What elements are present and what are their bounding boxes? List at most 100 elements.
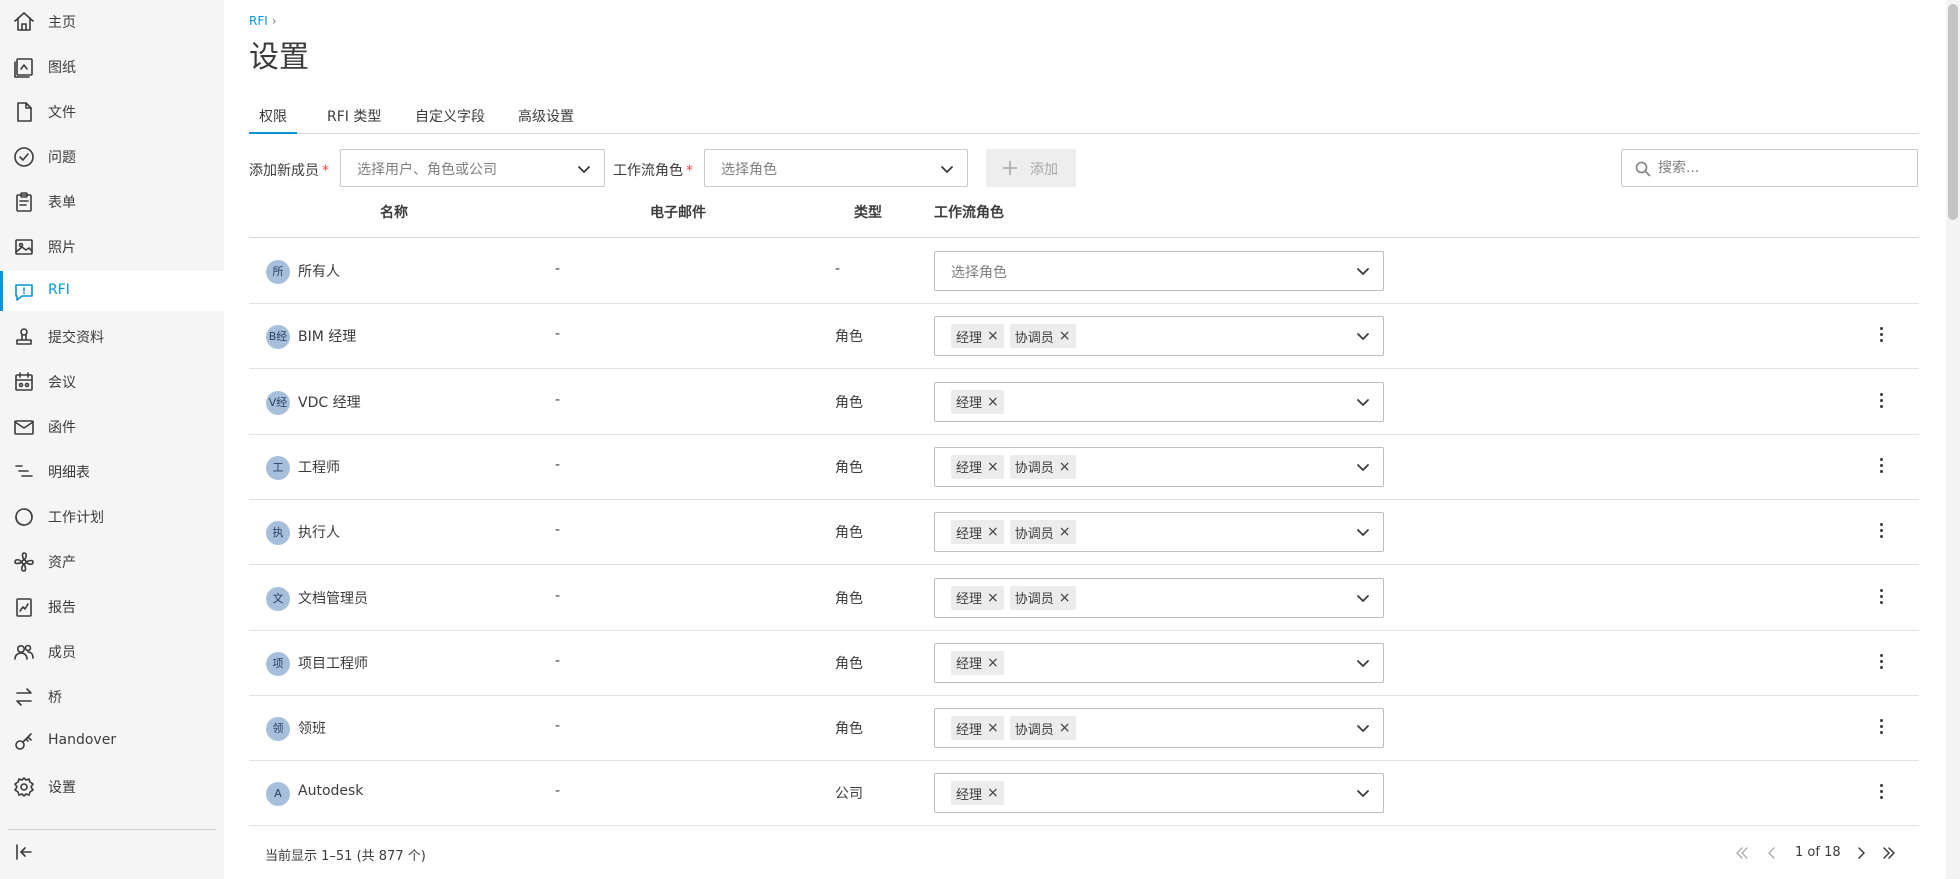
sidebar-item-bridge[interactable]: 桥 bbox=[0, 676, 224, 716]
sidebar-item-issues[interactable]: 问题 bbox=[0, 136, 224, 176]
remove-chip-icon[interactable]: × bbox=[987, 394, 999, 410]
workflow-role-dropdown[interactable]: 经理 × bbox=[934, 642, 1384, 683]
sidebar-item-schedule[interactable]: 明细表 bbox=[0, 451, 224, 491]
sidebar-item-home[interactable]: 主页 bbox=[0, 1, 224, 41]
next-page-icon[interactable] bbox=[1851, 843, 1871, 867]
rfi-icon bbox=[12, 280, 36, 304]
column-header-name[interactable]: 名称 bbox=[380, 202, 408, 222]
role-chip: 协调员 × bbox=[1009, 585, 1076, 610]
remove-chip-icon[interactable]: × bbox=[987, 785, 999, 801]
column-header-workflow-role[interactable]: 工作流角色 bbox=[934, 202, 1004, 222]
workflow-role-dropdown[interactable]: 经理 × 协调员 × bbox=[934, 512, 1384, 553]
remove-chip-icon[interactable]: × bbox=[1059, 328, 1071, 344]
sidebar-item-members[interactable]: 成员 bbox=[0, 631, 224, 671]
avatar: V经 bbox=[266, 390, 290, 415]
search-input[interactable] bbox=[1658, 156, 1908, 180]
previous-page-icon[interactable] bbox=[1762, 843, 1782, 867]
plus-icon bbox=[1001, 159, 1019, 177]
more-options-icon[interactable] bbox=[1877, 455, 1885, 479]
workflow-role-dropdown[interactable]: 经理 × 协调员 × bbox=[934, 316, 1384, 357]
more-options-icon[interactable] bbox=[1877, 781, 1885, 805]
column-header-type[interactable]: 类型 bbox=[854, 202, 882, 222]
add-button[interactable]: 添加 bbox=[986, 149, 1076, 187]
member-name: 项目工程师 bbox=[298, 655, 368, 672]
more-options-icon[interactable] bbox=[1877, 324, 1885, 348]
page-title: 设置 bbox=[249, 40, 309, 75]
sidebar-item-meetings[interactable]: 会议 bbox=[0, 361, 224, 401]
member-select[interactable]: 选择用户、角色或公司 bbox=[340, 149, 605, 187]
workflow-role-dropdown[interactable]: 选择角色 bbox=[934, 251, 1384, 291]
workflow-role-dropdown[interactable]: 经理 × bbox=[934, 381, 1384, 422]
remove-chip-icon[interactable]: × bbox=[1059, 720, 1071, 736]
sidebar-item-file[interactable]: 文件 bbox=[0, 91, 224, 131]
sidebar: 主页图纸文件问题表单照片 RFI 提交资料会议函件明细表工作计划资产报告成员桥 Han… bbox=[0, 0, 224, 879]
more-options-icon[interactable] bbox=[1877, 390, 1885, 414]
sidebar-item-rfi[interactable]: RFI bbox=[0, 271, 224, 311]
tab-rfi-types[interactable]: RFI 类型 bbox=[317, 103, 391, 133]
remove-chip-icon[interactable]: × bbox=[987, 720, 999, 736]
breadcrumb-link-rfi[interactable]: RFI bbox=[249, 14, 268, 28]
table-row: 领领班 - 角色 经理 × 协调员 × bbox=[249, 696, 1919, 762]
chevron-down-icon bbox=[1355, 655, 1371, 671]
workflow-role-select[interactable]: 选择角色 bbox=[704, 149, 968, 187]
workflow-role-label: 工作流角色 * bbox=[613, 163, 693, 179]
sidebar-item-photos[interactable]: 照片 bbox=[0, 226, 224, 266]
sidebar-item-settings[interactable]: 设置 bbox=[0, 766, 224, 806]
table-header: 名称 电子邮件 类型 工作流角色 bbox=[249, 195, 1919, 238]
remove-chip-icon[interactable]: × bbox=[1059, 459, 1071, 475]
avatar: 所 bbox=[266, 260, 290, 284]
sidebar-item-label: 报告 bbox=[48, 600, 76, 616]
scrollbar-thumb[interactable] bbox=[1948, 4, 1958, 220]
sidebar-item-forms[interactable]: 表单 bbox=[0, 181, 224, 221]
remove-chip-icon[interactable]: × bbox=[987, 524, 999, 540]
correspondence-icon bbox=[12, 415, 36, 439]
more-options-icon[interactable] bbox=[1877, 586, 1885, 610]
last-page-icon[interactable] bbox=[1879, 843, 1899, 867]
chevron-down-icon bbox=[1355, 394, 1371, 410]
sidebar-item-submittals[interactable]: 提交资料 bbox=[0, 316, 224, 356]
add-button-label: 添加 bbox=[1030, 162, 1058, 178]
workflow-role-dropdown[interactable]: 经理 × bbox=[934, 773, 1384, 814]
sidebar-item-sheets[interactable]: 图纸 bbox=[0, 46, 224, 86]
sidebar-item-work-plan[interactable]: 工作计划 bbox=[0, 496, 224, 536]
add-member-label: 添加新成员 * bbox=[249, 163, 329, 179]
sidebar-item-correspondence[interactable]: 函件 bbox=[0, 406, 224, 446]
scrollbar[interactable] bbox=[1946, 0, 1960, 879]
remove-chip-icon[interactable]: × bbox=[1059, 524, 1071, 540]
member-type: 角色 bbox=[835, 525, 863, 542]
more-options-icon[interactable] bbox=[1877, 651, 1885, 675]
sidebar-item-reports[interactable]: 报告 bbox=[0, 586, 224, 626]
first-page-icon[interactable] bbox=[1732, 843, 1752, 867]
table-row: A Autodesk - 公司 经理 × bbox=[249, 761, 1919, 827]
role-chip: 协调员 × bbox=[1009, 454, 1076, 479]
photos-icon bbox=[12, 235, 36, 259]
sidebar-item-handover[interactable]: Handover bbox=[0, 721, 224, 761]
tab-permissions[interactable]: 权限 bbox=[249, 103, 297, 134]
remove-chip-icon[interactable]: × bbox=[1059, 590, 1071, 606]
chevron-down-icon bbox=[1355, 720, 1371, 736]
remove-chip-icon[interactable]: × bbox=[987, 655, 999, 671]
sidebar-item-label: 图纸 bbox=[48, 60, 76, 76]
sheets-icon bbox=[12, 55, 36, 79]
remove-chip-icon[interactable]: × bbox=[987, 328, 999, 344]
role-chips: 经理 × bbox=[951, 650, 1004, 675]
more-options-icon[interactable] bbox=[1877, 716, 1885, 740]
tab-custom-fields[interactable]: 自定义字段 bbox=[405, 103, 495, 133]
role-chip: 经理 × bbox=[951, 389, 1004, 414]
collapse-sidebar-icon[interactable] bbox=[12, 840, 36, 864]
tab-advanced-settings[interactable]: 高级设置 bbox=[508, 103, 584, 133]
role-select-placeholder: 选择角色 bbox=[951, 265, 1007, 281]
workflow-role-dropdown[interactable]: 经理 × 协调员 × bbox=[934, 577, 1384, 618]
role-chips: 经理 × 协调员 × bbox=[951, 520, 1076, 545]
sidebar-item-assets[interactable]: 资产 bbox=[0, 541, 224, 581]
workflow-role-dropdown[interactable]: 经理 × 协调员 × bbox=[934, 708, 1384, 749]
sidebar-item-label: 桥 bbox=[48, 690, 62, 706]
workflow-role-dropdown[interactable]: 经理 × 协调员 × bbox=[934, 446, 1384, 487]
chevron-down-icon bbox=[1355, 328, 1371, 344]
remove-chip-icon[interactable]: × bbox=[987, 459, 999, 475]
column-header-email[interactable]: 电子邮件 bbox=[650, 202, 706, 222]
remove-chip-icon[interactable]: × bbox=[987, 590, 999, 606]
sidebar-item-label: 函件 bbox=[48, 420, 76, 436]
member-name: BIM 经理 bbox=[298, 329, 357, 346]
more-options-icon[interactable] bbox=[1877, 520, 1885, 544]
